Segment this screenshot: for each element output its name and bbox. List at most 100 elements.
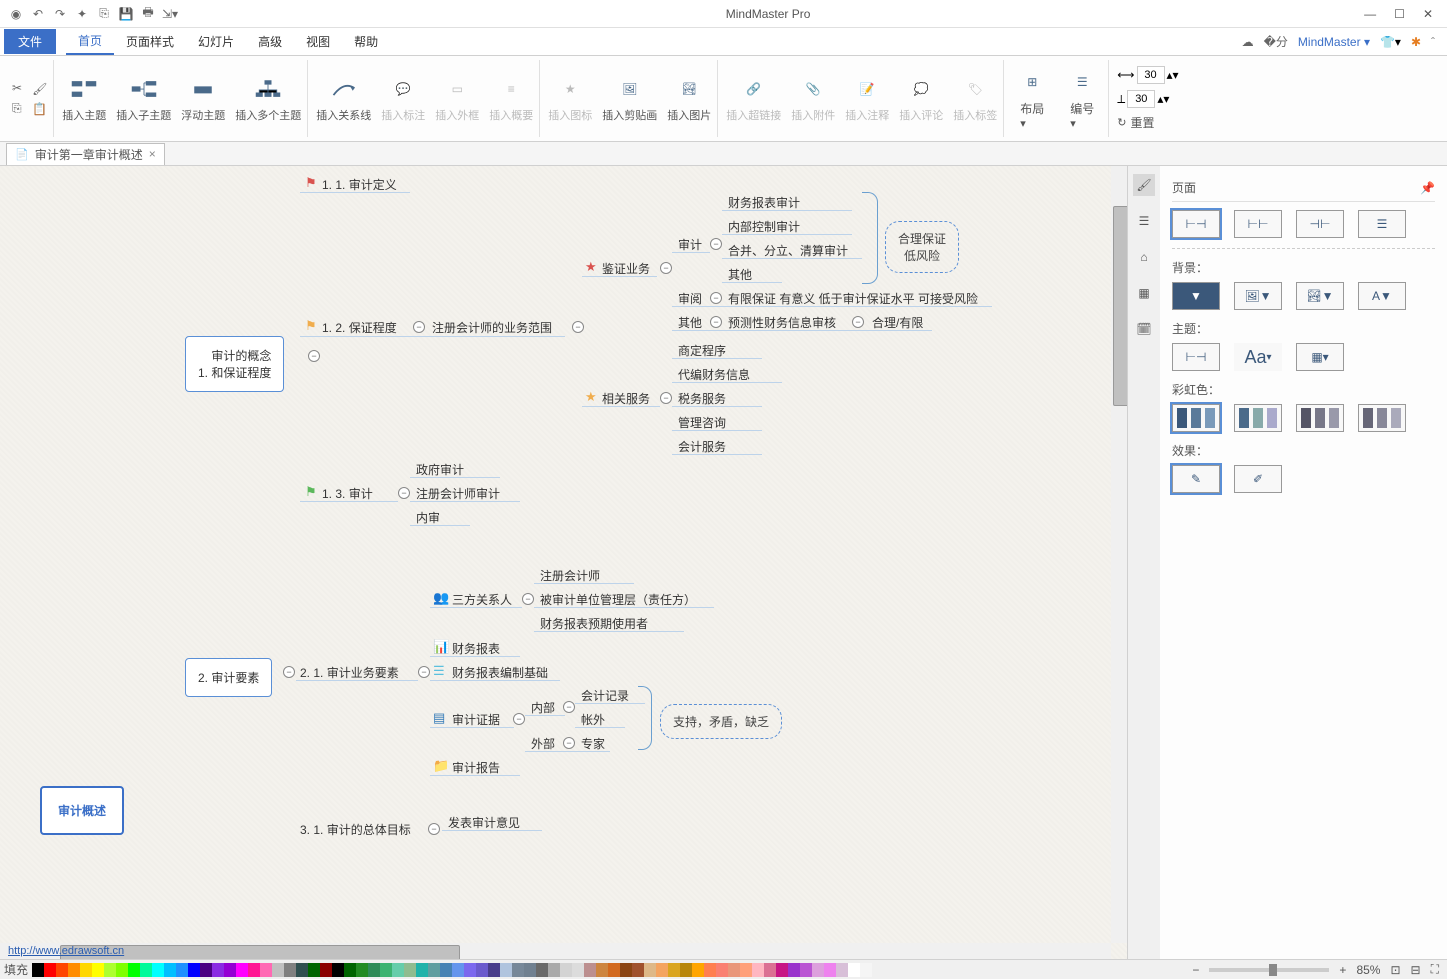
callout[interactable]: 支持，矛盾，缺乏 <box>660 704 782 739</box>
color-swatch[interactable] <box>740 963 752 977</box>
color-swatch[interactable] <box>260 963 272 977</box>
color-swatch[interactable] <box>608 963 620 977</box>
insert-topic-button[interactable]: 插入主题 <box>62 75 106 123</box>
cut-icon[interactable]: ✂ <box>12 81 22 95</box>
toggle-icon[interactable]: − <box>418 666 430 678</box>
node-2[interactable]: 2. 审计要素 <box>185 658 272 697</box>
color-swatch[interactable] <box>404 963 416 977</box>
leaf[interactable]: 有限保证 有意义 低于审计保证水平 可接受风险 <box>728 290 978 307</box>
leaf[interactable]: 财务报表预期使用者 <box>540 615 648 632</box>
toggle-icon[interactable]: − <box>283 666 295 678</box>
color-swatch[interactable] <box>752 963 764 977</box>
color-swatch[interactable] <box>452 963 464 977</box>
leaf[interactable]: 审计报告 <box>452 759 500 776</box>
float-topic-button[interactable]: 浮动主题 <box>181 75 225 123</box>
color-swatch[interactable] <box>68 963 80 977</box>
color-swatch[interactable] <box>32 963 44 977</box>
node-external[interactable]: 外部 <box>531 735 555 752</box>
color-swatch[interactable] <box>272 963 284 977</box>
comment-button[interactable]: 💭插入评论 <box>899 75 943 123</box>
width-input[interactable] <box>1137 66 1165 84</box>
leaf[interactable]: 注册会计师 <box>540 567 600 584</box>
layout-thumb[interactable]: ☰ <box>1358 210 1406 238</box>
toggle-icon[interactable]: − <box>513 713 525 725</box>
callout-button[interactable]: 💬插入标注 <box>381 75 425 123</box>
leaf[interactable]: 帐外 <box>581 711 605 728</box>
share-icon[interactable]: �分 <box>1264 33 1288 50</box>
file-menu-button[interactable]: 文件 <box>4 29 56 54</box>
toggle-icon[interactable]: − <box>308 350 320 362</box>
multi-topic-button[interactable]: 插入多个主题 <box>235 75 301 123</box>
node-audit[interactable]: 审计 <box>678 236 702 253</box>
bg-thumb[interactable]: ▼ <box>1172 282 1220 310</box>
leaf[interactable]: 内审 <box>416 509 440 526</box>
color-swatch[interactable] <box>176 963 188 977</box>
new-icon[interactable]: ✦ <box>74 6 90 22</box>
leaf[interactable]: 政府审计 <box>416 461 464 478</box>
bg-thumb[interactable]: A▼ <box>1358 282 1406 310</box>
color-swatch[interactable] <box>224 963 236 977</box>
history-tab-icon[interactable]: 🗓 <box>1133 318 1155 340</box>
color-swatch[interactable] <box>428 963 440 977</box>
bg-thumb[interactable]: 🏞▼ <box>1296 282 1344 310</box>
color-swatch[interactable] <box>380 963 392 977</box>
leaf[interactable]: 发表审计意见 <box>448 814 520 831</box>
minimize-icon[interactable]: — <box>1364 7 1376 21</box>
paste-icon[interactable]: 📋 <box>32 102 47 116</box>
fit-width-icon[interactable]: ⊟ <box>1411 963 1421 977</box>
toggle-icon[interactable]: − <box>563 701 575 713</box>
url-link[interactable]: http://www.edrawsoft.cn <box>8 945 124 957</box>
color-swatch[interactable] <box>644 963 656 977</box>
color-swatch[interactable] <box>476 963 488 977</box>
node-3-1[interactable]: 3. 1. 审计的总体目标 <box>300 821 411 838</box>
node-review[interactable]: 审阅 <box>678 290 702 307</box>
layout-thumb[interactable]: ⊣⊢ <box>1296 210 1344 238</box>
color-swatch[interactable] <box>140 963 152 977</box>
color-swatch[interactable] <box>812 963 824 977</box>
close-icon[interactable]: ✕ <box>1423 7 1433 21</box>
color-swatch[interactable] <box>308 963 320 977</box>
color-swatch[interactable] <box>524 963 536 977</box>
hyperlink-button[interactable]: 🔗插入超链接 <box>726 75 781 123</box>
color-swatch[interactable] <box>692 963 704 977</box>
color-swatch[interactable] <box>116 963 128 977</box>
vertical-scrollbar[interactable] <box>1111 166 1127 943</box>
toggle-icon[interactable]: − <box>428 823 440 835</box>
redo-icon[interactable]: ↷ <box>52 6 68 22</box>
color-swatch[interactable] <box>284 963 296 977</box>
color-swatch[interactable] <box>188 963 200 977</box>
color-swatch[interactable] <box>848 963 860 977</box>
color-swatch[interactable] <box>416 963 428 977</box>
color-swatch[interactable] <box>800 963 812 977</box>
tab-home[interactable]: 首页 <box>66 28 114 55</box>
number-button[interactable]: ☰编号▾ <box>1062 68 1102 130</box>
color-swatch[interactable] <box>572 963 584 977</box>
color-scheme[interactable] <box>1296 404 1344 432</box>
app-icon[interactable]: ✱ <box>1411 35 1421 49</box>
leaf[interactable]: 财务报表 <box>452 640 500 657</box>
export-icon[interactable]: ⇲▾ <box>162 6 178 22</box>
tab-advanced[interactable]: 高级 <box>246 29 294 54</box>
node-1-1[interactable]: 1. 1. 审计定义 <box>322 176 397 193</box>
node-1-2-right[interactable]: 注册会计师的业务范围 <box>432 319 552 336</box>
toggle-icon[interactable]: − <box>398 487 410 499</box>
theme-thumb[interactable]: ⊢⊣ <box>1172 343 1220 371</box>
color-swatch[interactable] <box>728 963 740 977</box>
color-swatch[interactable] <box>104 963 116 977</box>
leaf[interactable]: 预测性财务信息审核 <box>728 314 836 331</box>
document-tab[interactable]: 📄 审计第一章审计概述 × <box>6 143 165 165</box>
color-swatch[interactable] <box>440 963 452 977</box>
color-swatch[interactable] <box>332 963 344 977</box>
color-swatch[interactable] <box>80 963 92 977</box>
format-painter-icon[interactable]: 🖌 <box>32 82 47 96</box>
color-swatch[interactable] <box>680 963 692 977</box>
leaf[interactable]: 会计服务 <box>678 438 726 455</box>
callout[interactable]: 合理保证低风险 <box>885 221 959 273</box>
leaf[interactable]: 被审计单位管理层（责任方） <box>540 591 696 608</box>
color-swatch[interactable] <box>356 963 368 977</box>
root-node[interactable]: 审计概述 <box>40 786 124 835</box>
print-icon[interactable]: 🖶 <box>140 6 156 22</box>
toggle-icon[interactable]: − <box>710 292 722 304</box>
color-swatch[interactable] <box>212 963 224 977</box>
color-swatch[interactable] <box>464 963 476 977</box>
